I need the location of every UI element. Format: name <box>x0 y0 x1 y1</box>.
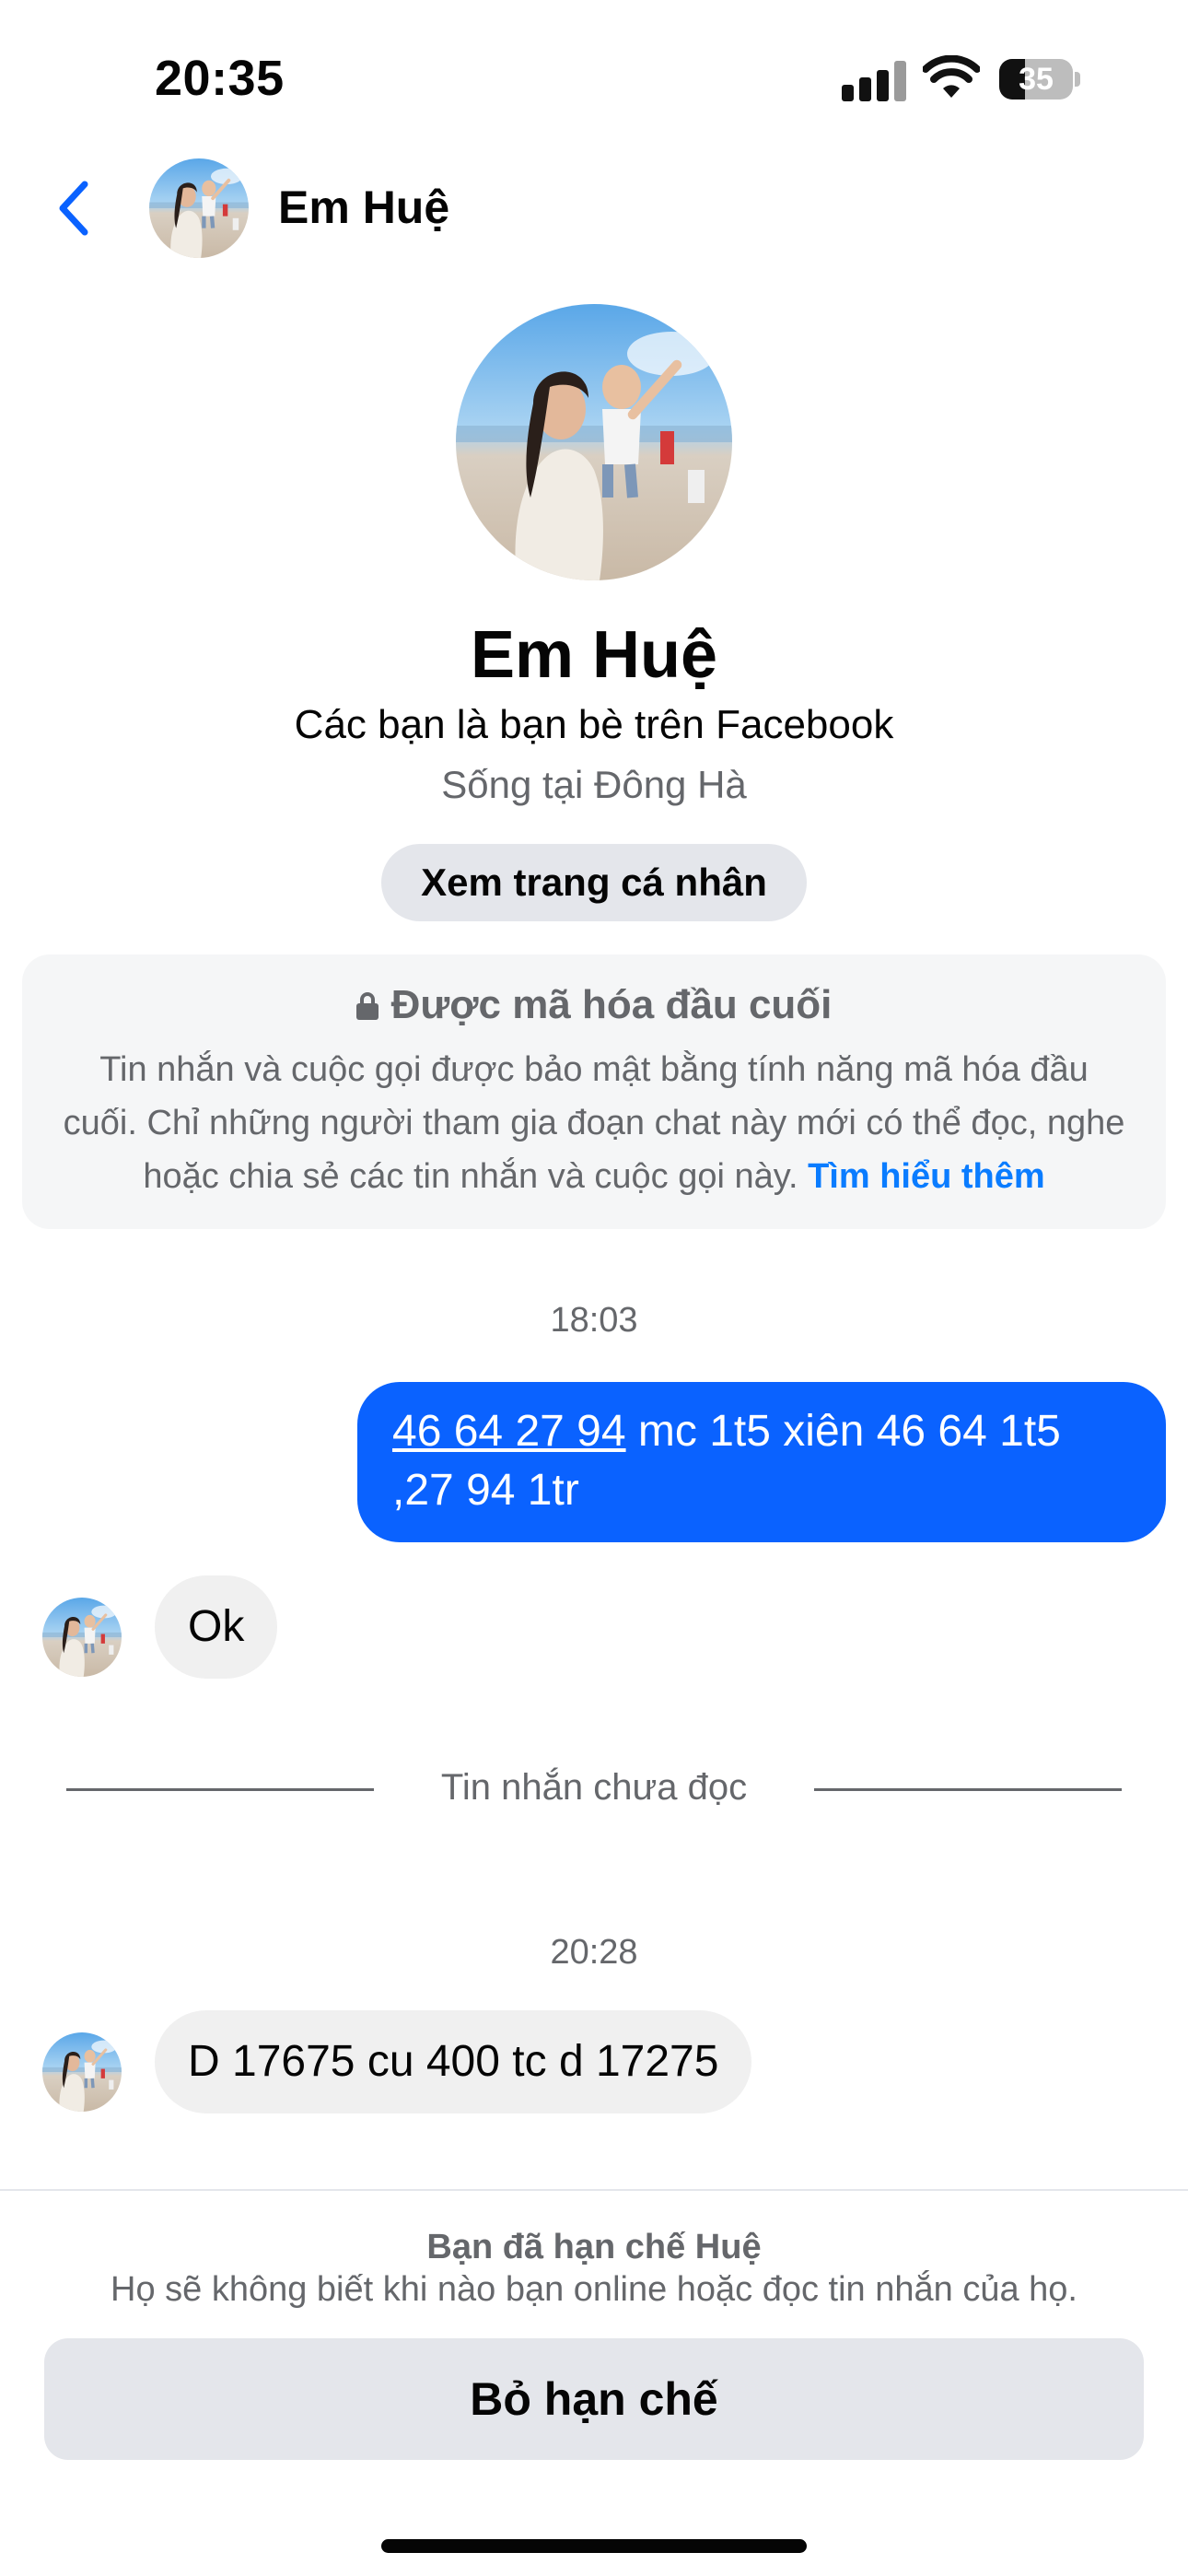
timestamp: 18:03 <box>550 1301 638 1340</box>
battery-icon: 35 <box>999 59 1080 100</box>
unrestrict-button[interactable]: Bỏ hạn chế <box>44 2338 1144 2460</box>
restrict-description: Họ sẽ không biết khi nào bạn online hoặc… <box>111 2270 1077 2309</box>
back-button[interactable] <box>48 175 103 241</box>
view-profile-button[interactable]: Xem trang cá nhân <box>381 844 807 921</box>
status-time: 20:35 <box>155 51 285 106</box>
restrict-title: Bạn đã hạn chế Huệ <box>426 2228 762 2266</box>
learn-more-link[interactable]: Tìm hiểu thêm <box>808 1157 1045 1196</box>
timestamp: 20:28 <box>550 1933 638 1972</box>
profile-avatar[interactable] <box>456 304 732 580</box>
battery-level: 35 <box>1019 62 1054 97</box>
phone-number-link[interactable]: 46 64 27 94 <box>392 1407 626 1456</box>
chevron-left-icon <box>59 181 88 236</box>
composer-divider <box>0 2189 1188 2191</box>
signal-icon <box>842 61 906 101</box>
unread-divider-right <box>814 1788 1122 1791</box>
wifi-icon <box>923 55 980 98</box>
lock-icon <box>355 992 379 1020</box>
header-avatar[interactable] <box>149 158 249 258</box>
home-indicator[interactable] <box>381 2539 807 2553</box>
encryption-body: Tin nhắn và cuộc gọi được bảo mật bằng t… <box>59 1043 1129 1203</box>
sender-avatar[interactable] <box>42 1598 122 1677</box>
incoming-message[interactable]: D 17675 cu 400 tc d 17275 <box>155 2010 752 2113</box>
incoming-message[interactable]: Ok <box>155 1575 278 1679</box>
encryption-title: Được mã hóa đầu cuối <box>390 982 833 1027</box>
header-contact-name[interactable]: Em Huệ <box>278 181 449 234</box>
sender-avatar[interactable] <box>42 2032 122 2112</box>
profile-location: Sống tại Đông Hà <box>441 763 747 806</box>
encryption-notice: Được mã hóa đầu cuối Tin nhắn và cuộc gọ… <box>22 954 1166 1229</box>
profile-name: Em Huệ <box>470 618 718 692</box>
outgoing-message[interactable]: 46 64 27 94 mc 1t5 xiên 46 64 1t5 ,27 94… <box>357 1382 1166 1542</box>
encryption-title-row: Được mã hóa đầu cuối <box>22 982 1166 1028</box>
profile-relationship: Các bạn là bạn bè trên Facebook <box>294 702 894 747</box>
